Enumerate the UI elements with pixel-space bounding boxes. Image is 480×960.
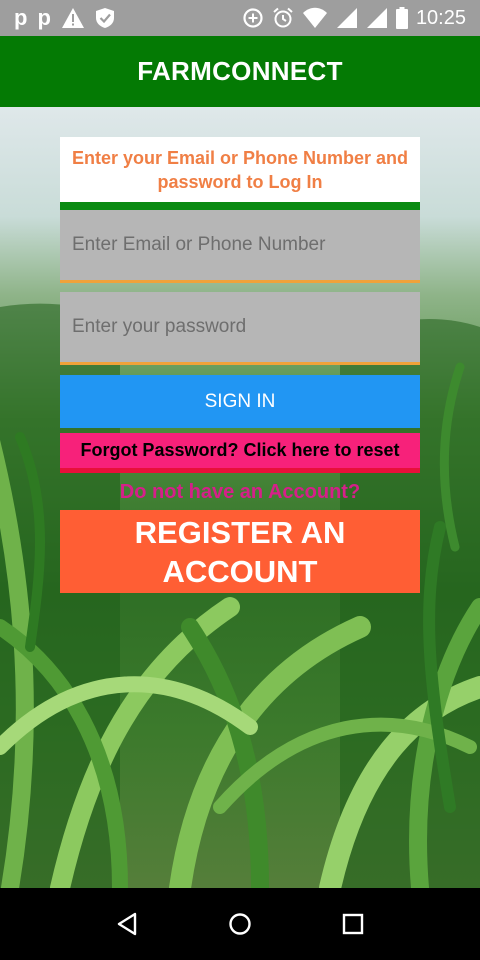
recents-icon bbox=[343, 913, 364, 935]
home-icon bbox=[229, 913, 251, 935]
email-input[interactable] bbox=[60, 210, 420, 283]
no-account-text: Do not have an Account? bbox=[119, 481, 361, 503]
navigation-bar bbox=[0, 888, 480, 960]
app-bar: FARMCONNECT bbox=[0, 36, 480, 107]
status-right: 10:25 bbox=[242, 7, 480, 30]
signal-icon bbox=[366, 8, 387, 28]
parking-icon: p bbox=[37, 5, 51, 30]
status-left: p p bbox=[0, 7, 115, 29]
battery-icon bbox=[395, 7, 408, 29]
wifi-icon bbox=[302, 7, 327, 28]
home-button[interactable] bbox=[210, 894, 270, 954]
status-bar: p p 10:25 bbox=[0, 0, 480, 36]
login-instructions: Enter your Email or Phone Number and pas… bbox=[60, 137, 420, 210]
app-title: FARMCONNECT bbox=[137, 56, 343, 86]
register-account-button[interactable]: REGISTER AN ACCOUNT bbox=[60, 510, 420, 593]
back-button[interactable] bbox=[97, 894, 157, 954]
signal-icon bbox=[336, 8, 357, 28]
forgot-password-button[interactable]: Forgot Password? Click here to reset bbox=[60, 433, 420, 473]
data-saver-icon bbox=[243, 8, 263, 28]
warning-icon bbox=[61, 8, 84, 28]
parking-icon: p bbox=[14, 5, 28, 30]
password-input[interactable] bbox=[60, 292, 420, 365]
shield-icon bbox=[95, 8, 114, 28]
sign-in-button[interactable]: SIGN IN bbox=[60, 375, 420, 428]
back-icon bbox=[117, 912, 136, 936]
recents-button[interactable] bbox=[323, 894, 383, 954]
status-time: 10:25 bbox=[415, 6, 466, 29]
alarm-icon bbox=[273, 7, 293, 28]
